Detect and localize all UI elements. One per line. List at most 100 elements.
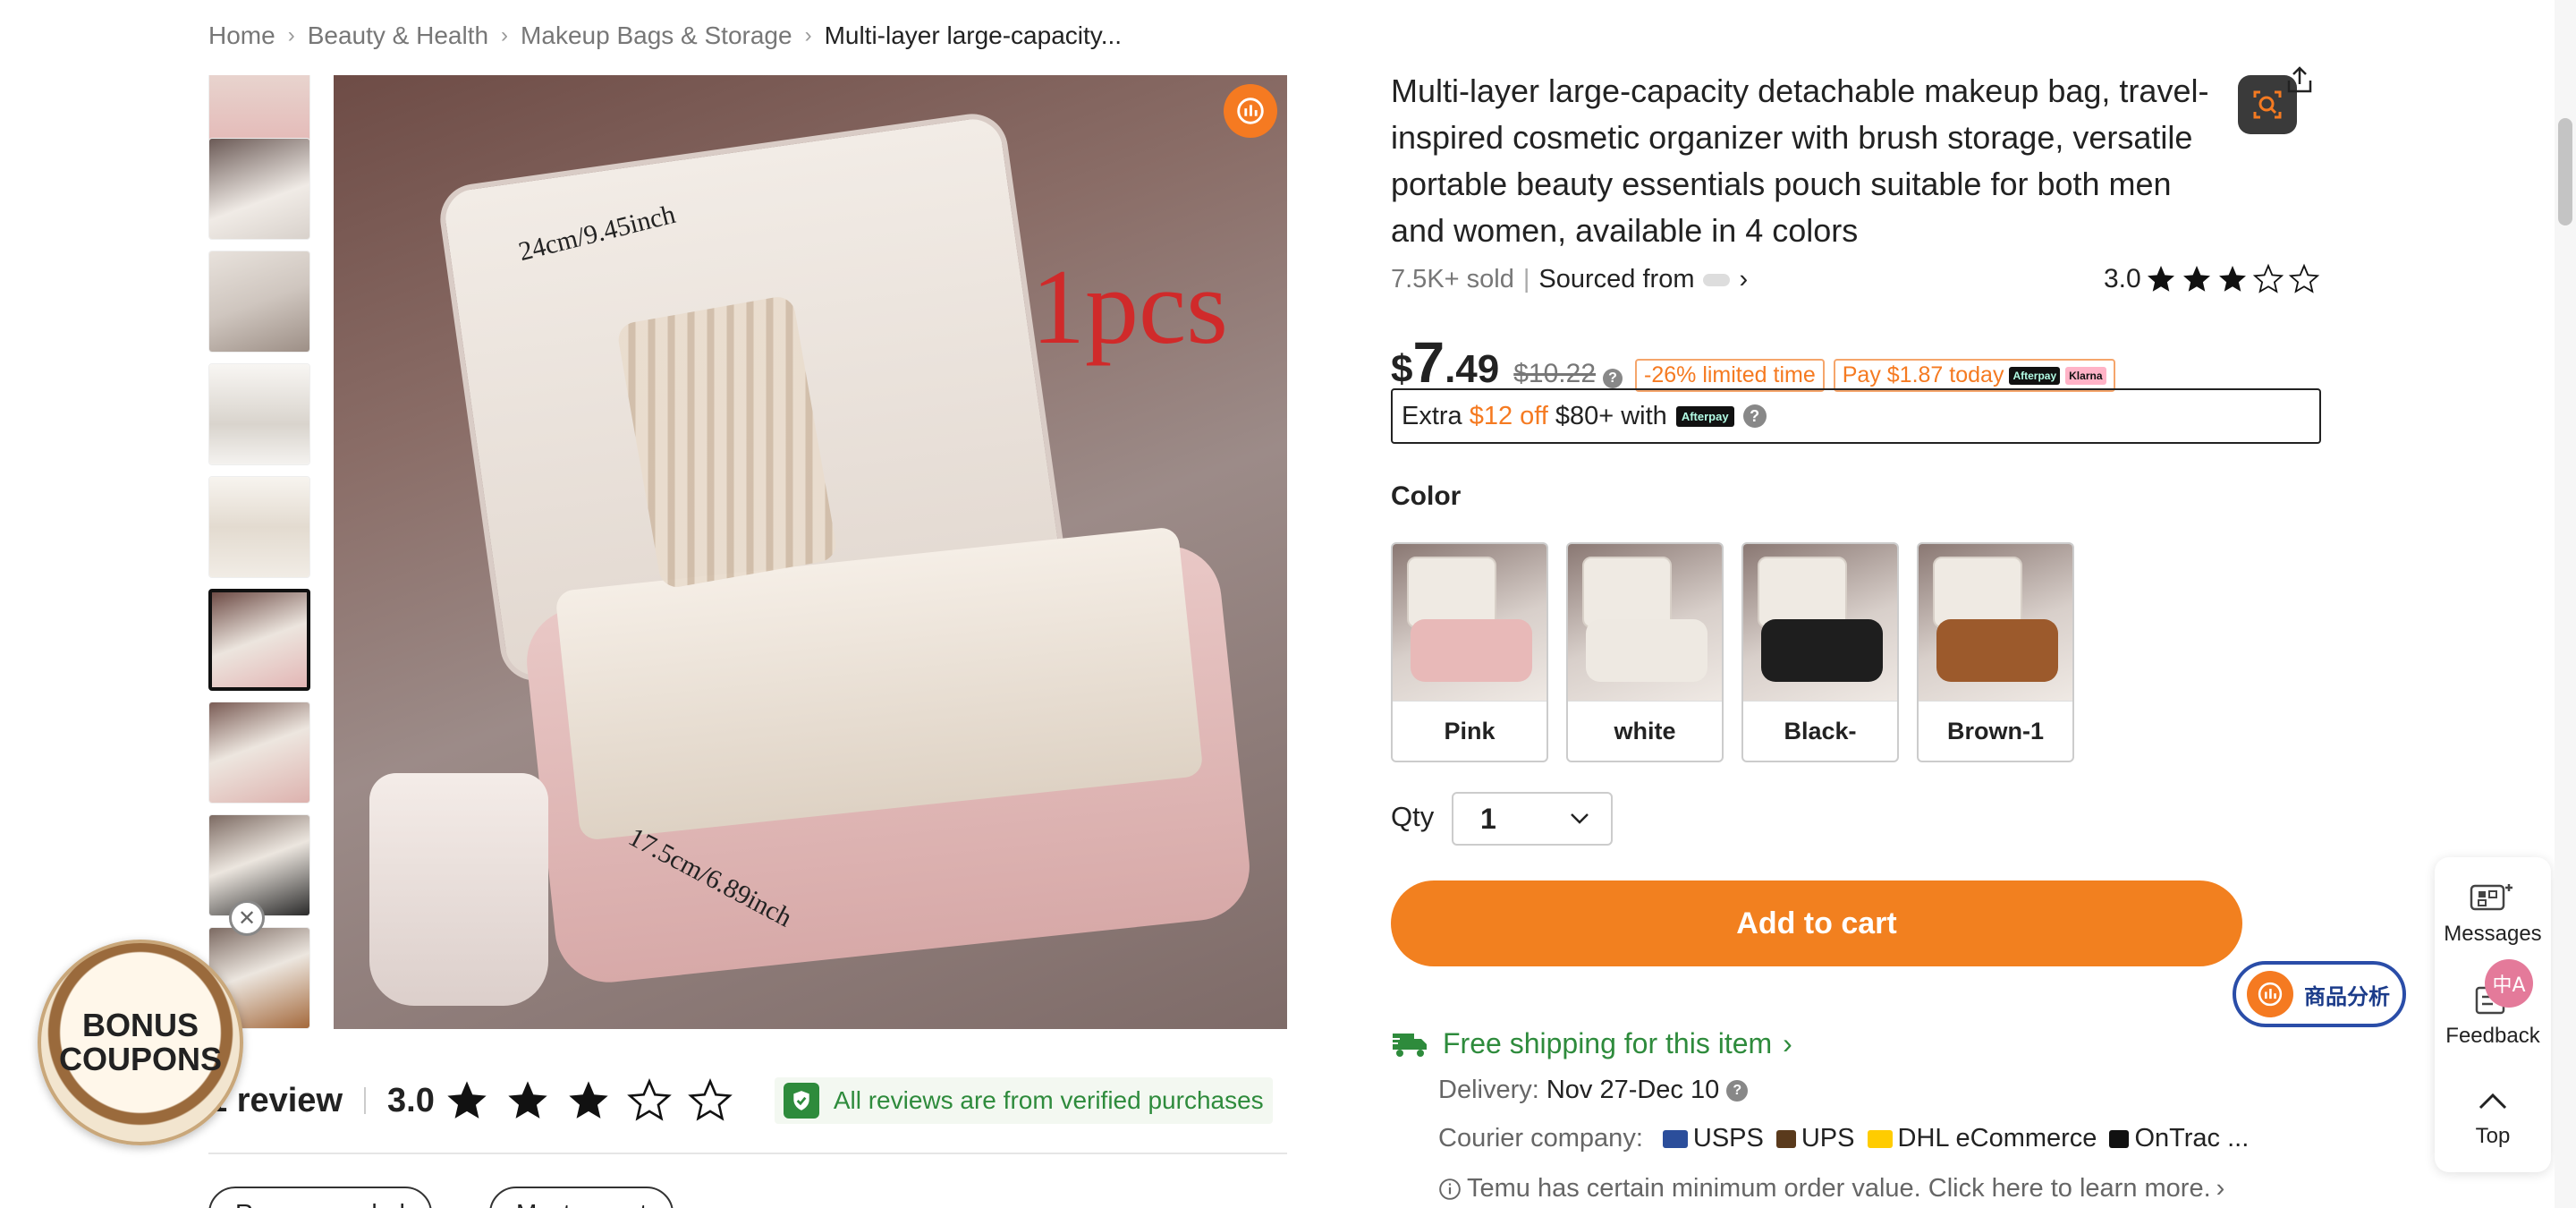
product-title: Multi-layer large-capacity detachable ma… bbox=[1391, 72, 2209, 249]
star-filled-icon bbox=[2182, 266, 2210, 292]
bonus-coupons-button[interactable]: BONUS COUPONS bbox=[38, 940, 243, 1145]
price-integer: 7 bbox=[1412, 330, 1445, 395]
free-shipping-text: Free shipping for this item bbox=[1443, 1027, 1773, 1059]
divider: | bbox=[1522, 265, 1530, 293]
product-analysis-button[interactable]: 商品分析 bbox=[2233, 961, 2406, 1027]
main-product-image[interactable]: 24cm/9.45inch 17.5cm/6.89inch 1pcs bbox=[334, 75, 1287, 1029]
price-row: $ 7 .49 $10.22 ? -26% limited time Pay $… bbox=[1391, 329, 2115, 396]
color-label: Color bbox=[1391, 481, 1462, 511]
star-filled-icon bbox=[2218, 266, 2246, 292]
afterpay-logo: Afterpay bbox=[1675, 405, 1734, 427]
back-to-top-button[interactable]: Top bbox=[2435, 1083, 2551, 1149]
thumbnail[interactable] bbox=[208, 138, 310, 240]
star-rating bbox=[444, 1077, 748, 1124]
chevron-right-icon: › bbox=[2216, 1174, 2225, 1203]
color-swatch-image bbox=[1919, 544, 2072, 702]
product-rating[interactable]: 3.0 bbox=[2104, 263, 2320, 295]
extra-prefix: Extra bbox=[1402, 401, 1462, 430]
feedback-label: Feedback bbox=[2445, 1024, 2540, 1048]
messages-label: Messages bbox=[2444, 922, 2542, 946]
share-icon[interactable] bbox=[2284, 64, 2316, 97]
color-swatch-image bbox=[1393, 544, 1546, 702]
price-decimal: .49 bbox=[1445, 347, 1500, 391]
sold-count: 7.5K+ sold bbox=[1391, 265, 1514, 293]
swatch-case-graphic bbox=[1586, 619, 1707, 682]
price-currency: $ bbox=[1391, 347, 1413, 391]
product-analysis-label: 商品分析 bbox=[2304, 983, 2390, 1009]
chevron-right-icon[interactable]: › bbox=[1739, 265, 1748, 294]
breadcrumb-makeup-bags[interactable]: Makeup Bags & Storage bbox=[521, 21, 792, 50]
delivery-line: Delivery: Nov 27-Dec 10 ? bbox=[1438, 1076, 1749, 1105]
scrollbar-thumb[interactable] bbox=[2558, 118, 2572, 225]
breadcrumb: Home › Beauty & Health › Makeup Bags & S… bbox=[208, 20, 1122, 52]
thumbnail[interactable] bbox=[208, 363, 310, 465]
color-swatch-image bbox=[1743, 544, 1897, 702]
pay-today-badge[interactable]: Pay $1.87 today Afterpay Klarna bbox=[1833, 359, 2115, 392]
sort-most-recent-button[interactable]: Most recent bbox=[489, 1187, 674, 1208]
star-filled-icon bbox=[508, 1081, 547, 1119]
color-swatch-label: white bbox=[1614, 717, 1676, 744]
thumbnail[interactable] bbox=[208, 251, 310, 353]
close-icon[interactable]: ✕ bbox=[229, 900, 265, 936]
section-divider bbox=[208, 1153, 1287, 1154]
chevron-right-icon: › bbox=[1783, 1027, 1792, 1059]
breadcrumb-home[interactable]: Home bbox=[208, 21, 275, 50]
thumbnail-selected[interactable] bbox=[208, 589, 310, 691]
color-swatch-black[interactable]: Black- bbox=[1741, 542, 1899, 762]
star-empty-icon bbox=[626, 1077, 672, 1121]
sales-row: 7.5K+ sold | Sourced from › bbox=[1391, 265, 1748, 294]
color-swatch-white[interactable]: white bbox=[1566, 542, 1724, 762]
courier-label: Courier company: bbox=[1438, 1124, 1643, 1153]
messages-button[interactable]: Messages bbox=[2435, 880, 2551, 947]
color-swatch-pink[interactable]: Pink bbox=[1391, 542, 1548, 762]
qty-select[interactable]: 1 bbox=[1452, 792, 1613, 846]
add-to-cart-button[interactable]: Add to cart bbox=[1391, 880, 2242, 966]
verified-badge: All reviews are from verified purchases bbox=[774, 1077, 1273, 1124]
floating-tools-panel: Messages Feedback Top bbox=[2435, 857, 2551, 1172]
chevron-up-icon bbox=[2479, 1093, 2507, 1110]
color-swatch-label: Pink bbox=[1444, 717, 1496, 744]
top-label: Top bbox=[2475, 1124, 2511, 1148]
thumbnail[interactable] bbox=[208, 476, 310, 578]
messages-icon bbox=[2470, 884, 2512, 911]
color-swatch-label: Brown-1 bbox=[1947, 717, 2044, 744]
chevron-right-icon: › bbox=[501, 23, 509, 47]
sourced-from-link[interactable]: Sourced from bbox=[1538, 265, 1694, 294]
extra-offer-box[interactable]: Extra $12 off $80+ with Afterpay ? bbox=[1391, 388, 2321, 444]
help-icon[interactable]: ? bbox=[1726, 1079, 1749, 1102]
swatch-case-graphic bbox=[1761, 619, 1883, 682]
analytics-icon bbox=[2247, 971, 2293, 1017]
bonus-line2: COUPONS bbox=[58, 1041, 223, 1077]
help-icon[interactable]: ? bbox=[1603, 369, 1623, 388]
swatch-lid-graphic bbox=[1933, 557, 2022, 628]
breadcrumb-beauty-health[interactable]: Beauty & Health bbox=[308, 21, 488, 50]
thumbnail[interactable] bbox=[208, 702, 310, 804]
courier-usps: USPS bbox=[1692, 1124, 1764, 1153]
help-icon[interactable]: ? bbox=[1742, 404, 1767, 428]
thumbnail-strip[interactable] bbox=[208, 75, 310, 1029]
info-icon bbox=[1439, 1178, 1461, 1200]
color-swatch-brown-1[interactable]: Brown-1 bbox=[1917, 542, 2074, 762]
extra-suffix: $80+ with bbox=[1555, 401, 1667, 430]
free-shipping-link[interactable]: Free shipping for this item › bbox=[1391, 1027, 1792, 1060]
swatch-case-graphic bbox=[1936, 619, 2058, 682]
min-order-text: Temu has certain minimum order value. Cl… bbox=[1467, 1174, 2211, 1203]
courier-line[interactable]: Courier company: USPS UPS DHL eCommerce … bbox=[1438, 1124, 2249, 1153]
klarna-logo: Klarna bbox=[2065, 366, 2106, 385]
ups-logo-icon bbox=[1775, 1129, 1796, 1148]
sort-recommended-button[interactable]: Recommended bbox=[208, 1187, 432, 1208]
chevron-right-icon: › bbox=[287, 23, 295, 47]
qty-label: Qty bbox=[1391, 801, 1435, 832]
breadcrumb-current: Multi-layer large-capacity... bbox=[824, 21, 1123, 49]
analytics-icon[interactable] bbox=[1224, 84, 1277, 138]
min-order-note[interactable]: Temu has certain minimum order value. Cl… bbox=[1438, 1174, 2224, 1204]
courier-ups: UPS bbox=[1801, 1124, 1855, 1153]
swatch-lid-graphic bbox=[1407, 557, 1496, 628]
extra-amount: $12 off bbox=[1469, 401, 1548, 430]
swatch-case-graphic bbox=[1411, 619, 1532, 682]
swatch-lid-graphic bbox=[1758, 557, 1847, 628]
pcs-label: 1pcs bbox=[1031, 247, 1228, 366]
thumbnail[interactable] bbox=[208, 814, 310, 916]
star-filled-icon bbox=[569, 1081, 608, 1119]
translate-icon[interactable]: 中A bbox=[2485, 959, 2533, 1008]
